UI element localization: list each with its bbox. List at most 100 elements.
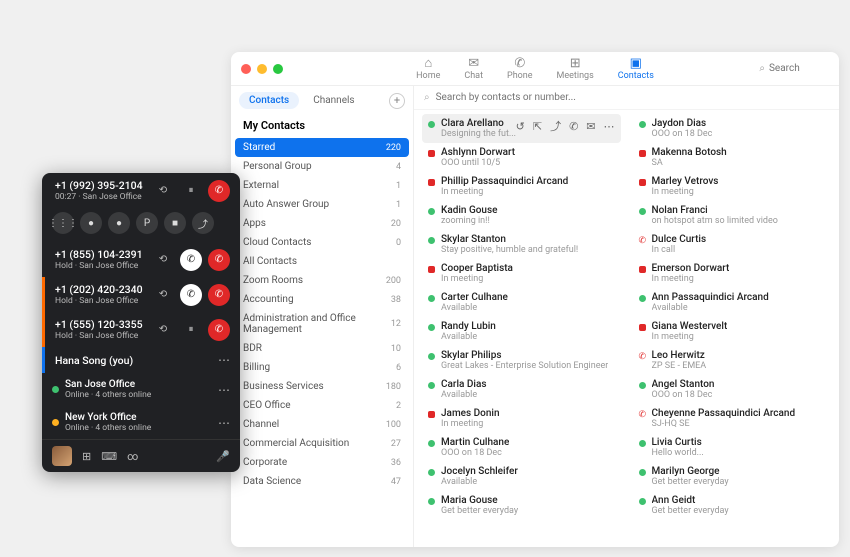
call-row[interactable]: +1 (202) 420-2340Hold · San Jose Office⟲… <box>42 277 240 312</box>
nav-home[interactable]: ⌂Home <box>416 57 440 81</box>
sidebar-item[interactable]: CEO Office2 <box>231 396 413 415</box>
more-icon[interactable]: ⋯ <box>218 383 230 397</box>
global-search-input[interactable] <box>769 63 829 74</box>
swap-icon[interactable]: ↺ <box>516 120 525 133</box>
end-call-button[interactable]: ✆ <box>208 284 230 306</box>
sidebar-item[interactable]: Cloud Contacts0 <box>231 233 413 252</box>
bottom-bar-button[interactable]: ⊞ <box>82 450 91 463</box>
sidebar-item[interactable]: Business Services180 <box>231 377 413 396</box>
contact-item[interactable]: James DoninIn meeting <box>422 404 621 433</box>
more-icon[interactable]: ⋯ <box>604 120 615 133</box>
nav-meetings[interactable]: ⊞Meetings <box>557 57 594 81</box>
resume-call-button[interactable]: ✆ <box>180 249 202 271</box>
global-search[interactable]: ⌕ <box>759 63 829 74</box>
contact-item[interactable]: Ann GeidtGet better everyday <box>633 491 832 520</box>
sidebar-item[interactable]: Data Science47 <box>231 472 413 491</box>
contact-item[interactable]: Phillip Passaquindici ArcandIn meeting <box>422 172 621 201</box>
resume-call-button[interactable]: ✆ <box>180 284 202 306</box>
sidebar-item[interactable]: Commercial Acquisition27 <box>231 434 413 453</box>
contact-item[interactable]: Clara ArellanoDesigning the fut...↺⇱⤴✆✉⋯ <box>422 114 621 143</box>
bottom-bar-button[interactable]: ∞ <box>127 450 138 463</box>
end-call-button[interactable]: ✆ <box>208 319 230 341</box>
hold-call-button[interactable]: ⏸ <box>180 180 202 202</box>
contact-search-input[interactable] <box>436 92 829 103</box>
contact-item[interactable]: Martin CulhaneOOO on 18 Dec <box>422 433 621 462</box>
more-icon[interactable]: ⋯ <box>218 416 230 430</box>
contact-item[interactable]: Kadin Gousezooming in!! <box>422 201 621 230</box>
contact-item[interactable]: Carla DiasAvailable <box>422 375 621 404</box>
contact-item[interactable]: Ashlynn DorwartOOO until 10/5 <box>422 143 621 172</box>
contact-item[interactable]: Randy LubinAvailable <box>422 317 621 346</box>
contact-item[interactable]: Cheyenne Passaquindici ArcandSJ-HQ SE <box>633 404 832 433</box>
swap-call-button[interactable]: ⟲ <box>152 284 174 306</box>
call-control-button[interactable]: ■ <box>164 212 186 234</box>
end-call-button[interactable]: ✆ <box>208 249 230 271</box>
sidebar-item[interactable]: Personal Group4 <box>231 157 413 176</box>
end-call-button[interactable]: ✆ <box>208 180 230 202</box>
sidebar-item-count: 180 <box>386 382 401 392</box>
nav-phone[interactable]: ✆Phone <box>507 57 533 81</box>
tab-contacts[interactable]: Contacts <box>239 92 299 109</box>
close-window-button[interactable] <box>241 64 251 74</box>
contact-item[interactable]: Nolan Francion hotspot atm so limited vi… <box>633 201 832 230</box>
phone-icon[interactable]: ✆ <box>569 120 578 133</box>
nav-contacts[interactable]: ▣Contacts <box>618 57 654 81</box>
tab-channels[interactable]: Channels <box>303 92 364 109</box>
call-control-button[interactable]: ● <box>108 212 130 234</box>
swap-call-button[interactable]: ⟲ <box>152 180 174 202</box>
contact-item[interactable]: Skylar StantonStay positive, humble and … <box>422 230 621 259</box>
contact-item[interactable]: Skylar PhilipsGreat Lakes - Enterprise S… <box>422 346 621 375</box>
sidebar-item[interactable]: Channel100 <box>231 415 413 434</box>
sidebar-item[interactable]: External1 <box>231 176 413 195</box>
contact-item[interactable]: Cooper BaptistaIn meeting <box>422 259 621 288</box>
bottom-bar-button[interactable]: ⌨ <box>101 450 117 463</box>
sidebar-item[interactable]: Zoom Rooms200 <box>231 271 413 290</box>
contact-item[interactable]: Livia CurtisHello world... <box>633 433 832 462</box>
call-control-button[interactable]: ⋮⋮⋮ <box>52 212 74 234</box>
sidebar-item[interactable]: Starred220 <box>235 138 409 157</box>
hold-call-button[interactable]: ⏸ <box>180 319 202 341</box>
group-row[interactable]: San Jose OfficeOnline · 4 others online⋯ <box>42 373 240 406</box>
contact-item[interactable]: Maria GouseGet better everyday <box>422 491 621 520</box>
group-row[interactable]: New York OfficeOnline · 4 others online⋯ <box>42 406 240 439</box>
more-icon[interactable]: ⋯ <box>218 353 230 367</box>
nav-chat[interactable]: ✉Chat <box>464 57 483 81</box>
swap-call-button[interactable]: ⟲ <box>152 249 174 271</box>
contact-item[interactable]: Giana WesterveltIn meeting <box>633 317 832 346</box>
share-icon[interactable]: ⤴ <box>550 118 561 134</box>
self-row[interactable]: Hana Song (you)⋯ <box>42 347 240 373</box>
sidebar-item[interactable]: Billing6 <box>231 358 413 377</box>
chat-icon[interactable]: ✉ <box>586 120 595 133</box>
contact-item[interactable]: Jaydon DiasOOO on 18 Dec <box>633 114 832 143</box>
contact-item[interactable]: Dulce CurtisIn call <box>633 230 832 259</box>
swap-call-button[interactable]: ⟲ <box>152 319 174 341</box>
sidebar-item[interactable]: Apps20 <box>231 214 413 233</box>
maximize-window-button[interactable] <box>273 64 283 74</box>
contact-item[interactable]: Carter CulhaneAvailable <box>422 288 621 317</box>
call-row[interactable]: +1 (555) 120-3355Hold · San Jose Office⟲… <box>42 312 240 347</box>
sidebar-item[interactable]: Accounting38 <box>231 290 413 309</box>
contact-item[interactable]: Marilyn GeorgeGet better everyday <box>633 462 832 491</box>
contact-item[interactable]: Emerson DorwartIn meeting <box>633 259 832 288</box>
avatar[interactable] <box>52 446 72 466</box>
sidebar-item[interactable]: Corporate36 <box>231 453 413 472</box>
call-row[interactable]: +1 (855) 104-2391Hold · San Jose Office⟲… <box>42 242 240 277</box>
call-row[interactable]: +1 (992) 395-210400:27 · San Jose Office… <box>42 173 240 208</box>
contact-item[interactable]: Jocelyn SchleiferAvailable <box>422 462 621 491</box>
mic-icon[interactable]: 🎤 <box>216 450 230 463</box>
sidebar-item[interactable]: All Contacts <box>231 252 413 271</box>
sidebar-item[interactable]: Administration and Office Management12 <box>231 309 413 339</box>
call-control-button[interactable]: ⤴ <box>192 212 214 234</box>
sidebar-item[interactable]: BDR10 <box>231 339 413 358</box>
call-control-button[interactable]: P <box>136 212 158 234</box>
contact-item[interactable]: Ann Passaquindici ArcandAvailable <box>633 288 832 317</box>
add-button[interactable]: + <box>389 93 405 109</box>
contact-item[interactable]: Marley VetrovsIn meeting <box>633 172 832 201</box>
contact-item[interactable]: Leo HerwitzZP SE - EMEA <box>633 346 832 375</box>
minimize-window-button[interactable] <box>257 64 267 74</box>
contact-item[interactable]: Angel StantonOOO on 18 Dec <box>633 375 832 404</box>
sidebar-item[interactable]: Auto Answer Group1 <box>231 195 413 214</box>
contact-item[interactable]: Makenna BotoshSA <box>633 143 832 172</box>
call-control-button[interactable]: ● <box>80 212 102 234</box>
user-icon[interactable]: ⇱ <box>533 120 542 133</box>
